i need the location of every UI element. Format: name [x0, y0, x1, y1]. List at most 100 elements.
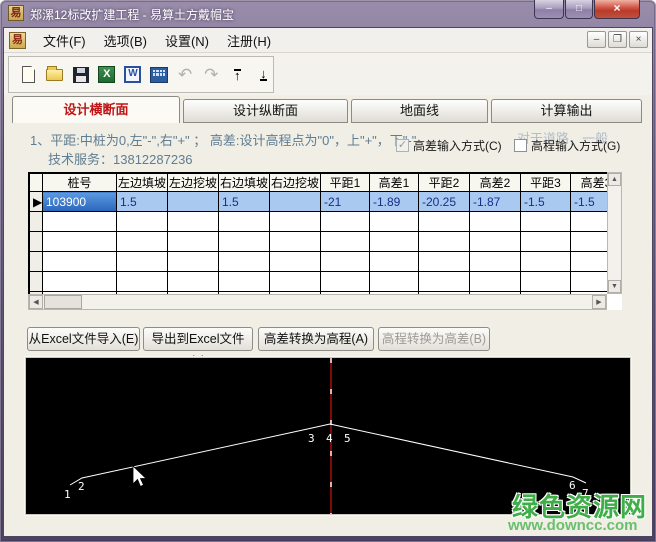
scroll-right-icon[interactable]: ▶ [592, 295, 606, 309]
table-empty-cell[interactable] [117, 232, 168, 252]
table-row[interactable] [30, 212, 608, 232]
table-empty-cell[interactable] [470, 272, 521, 292]
table-empty-cell[interactable] [571, 272, 608, 292]
table-empty-cell[interactable] [419, 212, 470, 232]
tab-ground-line[interactable]: 地面线 [351, 99, 488, 123]
new-file-button[interactable] [19, 65, 38, 85]
undo-button[interactable]: ↶ [176, 65, 195, 85]
vertical-scrollbar[interactable]: ▲ ▼ [607, 172, 622, 294]
table-empty-cell[interactable] [370, 232, 419, 252]
table-empty-cell[interactable] [321, 232, 370, 252]
table-empty-cell[interactable] [168, 212, 219, 232]
col-header-right-cut-slope[interactable]: 右边挖坡 [270, 174, 321, 192]
table-empty-cell[interactable] [270, 232, 321, 252]
cell-hdist2[interactable]: -20.25 [419, 192, 470, 212]
table-empty-cell[interactable] [168, 252, 219, 272]
table-empty-cell[interactable] [219, 212, 270, 232]
data-grid[interactable]: 桩号 左边填坡 左边挖坡 右边填坡 右边挖坡 平距1 高差1 平距2 高差2 平… [28, 172, 607, 294]
col-header-hdiff1[interactable]: 高差1 [370, 174, 419, 192]
cell-hdiff3[interactable]: -1.5 [571, 192, 608, 212]
export-to-excel-button[interactable]: 导出到Excel文件(L) [143, 327, 253, 351]
cell-right-cut[interactable] [270, 192, 321, 212]
menu-register[interactable]: 注册(H) [218, 28, 280, 53]
table-empty-cell[interactable] [571, 252, 608, 272]
checkbox-unchecked-icon[interactable] [514, 139, 527, 152]
tab-design-cross-section[interactable]: 设计横断面 [12, 96, 180, 123]
table-row[interactable] [30, 272, 608, 292]
row-selector-cell[interactable] [30, 212, 43, 232]
table-row[interactable] [30, 252, 608, 272]
table-empty-cell[interactable] [370, 272, 419, 292]
cell-stake[interactable]: 103900 [43, 192, 117, 212]
scroll-down-icon[interactable]: ▼ [608, 280, 621, 293]
table-empty-cell[interactable] [571, 212, 608, 232]
cell-right-fill[interactable]: 1.5 [219, 192, 270, 212]
table-empty-cell[interactable] [219, 232, 270, 252]
table-empty-cell[interactable] [43, 212, 117, 232]
cell-left-cut[interactable] [168, 192, 219, 212]
table-empty-cell[interactable] [43, 272, 117, 292]
minimize-button[interactable]: – [534, 0, 564, 19]
mdi-close-button[interactable]: × [629, 31, 648, 48]
col-header-left-fill-slope[interactable]: 左边填坡 [117, 174, 168, 192]
table-empty-cell[interactable] [419, 252, 470, 272]
col-header-hdist3[interactable]: 平距3 [521, 174, 571, 192]
redo-button[interactable]: ↷ [202, 65, 221, 85]
export-button[interactable]: ↓ [254, 65, 273, 85]
table-empty-cell[interactable] [43, 232, 117, 252]
scroll-left-icon[interactable]: ◀ [29, 295, 43, 309]
table-empty-cell[interactable] [571, 232, 608, 252]
scrollbar-thumb[interactable] [44, 295, 82, 309]
table-empty-cell[interactable] [117, 272, 168, 292]
row-selector-cell[interactable] [30, 272, 43, 292]
save-button[interactable] [71, 65, 90, 85]
col-header-stake[interactable]: 桩号 [43, 174, 117, 192]
table-empty-cell[interactable] [470, 232, 521, 252]
table-row-selected[interactable]: ▶ 103900 1.5 1.5 -21 -1.89 -20.25 -1.87 … [30, 192, 608, 212]
import-from-excel-button[interactable]: 从Excel文件导入(E) [27, 327, 140, 351]
word-button[interactable]: W [123, 65, 142, 85]
table-empty-cell[interactable] [219, 252, 270, 272]
checkbox-checked-icon[interactable]: ✓ [396, 139, 409, 152]
table-empty-cell[interactable] [521, 212, 571, 232]
table-empty-cell[interactable] [321, 252, 370, 272]
cell-left-fill[interactable]: 1.5 [117, 192, 168, 212]
table-empty-cell[interactable] [117, 252, 168, 272]
table-empty-cell[interactable] [168, 232, 219, 252]
table-empty-cell[interactable] [168, 272, 219, 292]
cell-hdist3[interactable]: -1.5 [521, 192, 571, 212]
row-selector-cell[interactable] [30, 252, 43, 272]
mdi-minimize-button[interactable]: – [587, 31, 606, 48]
table-empty-cell[interactable] [321, 212, 370, 232]
horizontal-scrollbar[interactable]: ◀ ▶ [28, 294, 607, 310]
tab-design-profile[interactable]: 设计纵断面 [183, 99, 348, 123]
tab-calc-output[interactable]: 计算输出 [491, 99, 642, 123]
calculator-button[interactable] [149, 65, 168, 85]
menu-options[interactable]: 选项(B) [95, 28, 156, 53]
row-selector-cell[interactable] [30, 232, 43, 252]
cell-hdiff1[interactable]: -1.89 [370, 192, 419, 212]
table-empty-cell[interactable] [219, 272, 270, 292]
col-header-hdist2[interactable]: 平距2 [419, 174, 470, 192]
menu-settings[interactable]: 设置(N) [156, 28, 218, 53]
open-file-button[interactable] [45, 65, 64, 85]
table-empty-cell[interactable] [321, 272, 370, 292]
col-header-right-fill-slope[interactable]: 右边填坡 [219, 174, 270, 192]
cell-hdiff2[interactable]: -1.87 [470, 192, 521, 212]
table-empty-cell[interactable] [270, 252, 321, 272]
table-empty-cell[interactable] [470, 212, 521, 232]
checkbox-elevation-mode[interactable]: 高程输入方式(G) [514, 137, 620, 154]
table-empty-cell[interactable] [521, 252, 571, 272]
table-empty-cell[interactable] [370, 212, 419, 232]
col-header-hdiff2[interactable]: 高差2 [470, 174, 521, 192]
col-header-hdist1[interactable]: 平距1 [321, 174, 370, 192]
table-empty-cell[interactable] [470, 252, 521, 272]
table-row[interactable] [30, 232, 608, 252]
mdi-restore-button[interactable]: ❐ [608, 31, 627, 48]
table-empty-cell[interactable] [521, 272, 571, 292]
table-empty-cell[interactable] [370, 252, 419, 272]
menu-file[interactable]: 文件(F) [34, 28, 95, 53]
cell-hdist1[interactable]: -21 [321, 192, 370, 212]
maximize-button[interactable]: □ [565, 0, 593, 19]
close-button[interactable]: × [594, 0, 640, 19]
